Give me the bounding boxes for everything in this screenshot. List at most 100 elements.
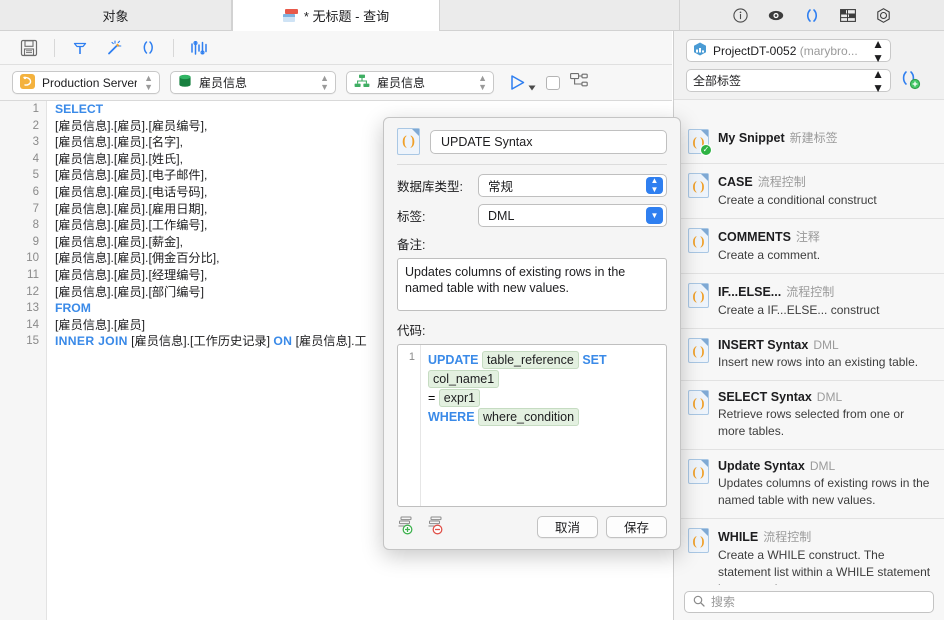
snippet-title-value: UPDATE Syntax <box>441 134 533 149</box>
tag-filter-selector[interactable]: 全部标签 ▲ ▼ <box>686 67 891 95</box>
gear-hex-icon[interactable] <box>876 7 891 23</box>
sql-text: [雇员信息].[雇员].[薪金], <box>55 234 183 249</box>
save-icon[interactable] <box>12 35 46 61</box>
db-type-value: 常规 <box>488 180 514 194</box>
notes-value: Updates columns of existing rows in the … <box>405 265 626 295</box>
add-snippet-icon[interactable] <box>899 68 921 93</box>
tab-query[interactable]: * 无标题 - 查询 <box>232 0 440 31</box>
parentheses-icon[interactable] <box>804 8 820 23</box>
snippet-desc: Updates columns of existing rows in the … <box>718 476 930 507</box>
dialog-divider <box>397 164 667 165</box>
list-item[interactable]: ( ) INSERT Syntax DML Insert new rows int… <box>674 329 944 381</box>
application-window: 对象 * 无标题 - 查询 Production Server ▲ ▼ 雇员信息… <box>0 0 944 620</box>
tag-label: 标签: <box>397 210 426 224</box>
snippet-desc: Create a IF...ELSE... construct <box>718 303 880 317</box>
dialog-footer: 取消 保存 <box>397 515 667 538</box>
code-line-number: 1 <box>408 351 415 363</box>
list-item[interactable]: ( ) ✓ My Snippet 新建标签 <box>674 120 944 164</box>
project-owner: (marybro... <box>799 43 858 58</box>
hammer-icon[interactable] <box>63 35 97 61</box>
code-content: UPDATE table_reference SET col_name1 = e… <box>428 351 661 427</box>
search-input[interactable] <box>711 595 925 609</box>
save-button[interactable]: 保存 <box>606 515 667 538</box>
schema-selector[interactable]: 雇员信息 ▲ ▼ <box>346 71 494 94</box>
add-parameter-icon[interactable] <box>397 515 417 538</box>
stop-checkbox-icon[interactable] <box>546 75 560 90</box>
snippet-code-editor[interactable]: 1 UPDATE table_reference SET col_name1 =… <box>397 344 667 507</box>
database-selector[interactable]: 雇员信息 ▲ ▼ <box>170 71 336 94</box>
sql-text: [雇员信息].[雇员].[名字], <box>55 135 183 150</box>
snippet-name: My Snippet <box>718 131 785 145</box>
notes-textarea[interactable]: Updates columns of existing rows in the … <box>397 258 667 311</box>
line-number: 13 <box>26 302 39 315</box>
info-icon[interactable] <box>733 7 748 23</box>
connection-bar: Production Server ▲ ▼ 雇员信息 ▲ ▼ 雇员信息 ▲ ▼ <box>0 65 672 101</box>
chart-bars-icon[interactable] <box>182 35 216 61</box>
list-item[interactable]: ( ) COMMENTS 注释 Create a comment. <box>674 219 944 274</box>
cancel-button[interactable]: 取消 <box>537 515 598 538</box>
snippet-edit-dialog: ( ) UPDATE Syntax 数据库类型: 常规 ▲ ▼ 标签: DML ▼… <box>383 117 681 550</box>
snippet-category: DML <box>809 459 836 473</box>
line-number: 5 <box>32 169 39 182</box>
search-icon <box>693 595 705 610</box>
snippet-doc-icon: ( ) <box>688 173 709 198</box>
project-selector[interactable]: ProjectDT-0052 (marybro... ▲ ▼ <box>686 37 891 65</box>
schema-icon <box>354 74 370 91</box>
magic-wand-icon[interactable] <box>97 35 131 61</box>
code-param-where-condition: where_condition <box>478 408 580 426</box>
sql-keyword: INNER JOIN <box>55 334 128 349</box>
explain-plan-icon[interactable] <box>570 72 589 93</box>
snippet-doc-icon: ( ) <box>688 390 709 415</box>
snippets-sidebar: ProjectDT-0052 (marybro... ▲ ▼ 全部标签 ▲ ▼ ( … <box>673 31 944 620</box>
search-box[interactable] <box>684 591 934 613</box>
db-type-select[interactable]: 常规 ▲ ▼ <box>478 174 667 197</box>
run-query-button[interactable] <box>508 73 536 92</box>
parameter-actions <box>397 515 529 538</box>
editor-toolbar <box>0 31 672 65</box>
list-item[interactable]: ( ) WHILE 流程控制 Create a WHILE construct. … <box>674 519 944 585</box>
parentheses-icon[interactable] <box>131 35 165 61</box>
snippet-desc: Create a comment. <box>718 248 821 262</box>
chevron-updown-icon: ▲ ▼ <box>144 72 153 92</box>
sql-text: [雇员信息].[雇员].[电话号码], <box>55 184 208 199</box>
snippet-name: WHILE <box>718 530 759 544</box>
line-number: 6 <box>32 185 39 198</box>
list-item[interactable]: ( ) CASE 流程控制 Create a conditional constr… <box>674 164 944 219</box>
chevron-down-icon: ▼ <box>646 207 663 224</box>
eye-icon[interactable] <box>768 9 784 22</box>
chevron-updown-icon: ▲ ▼ <box>478 72 487 92</box>
tag-filter-label: 全部标签 <box>693 74 742 88</box>
sql-text: [雇员信息].工 <box>292 334 367 349</box>
tab-query-label: * 无标题 - 查询 <box>303 9 390 24</box>
list-item[interactable]: ( ) SELECT Syntax DML Retrieve rows selec… <box>674 381 944 450</box>
code-param-expr1: expr1 <box>438 389 481 407</box>
snippet-doc-icon: ( ) ✓ <box>688 129 712 156</box>
server-icon <box>20 73 35 92</box>
tab-objects[interactable]: 对象 <box>0 0 232 31</box>
sidebar-filter-row: 全部标签 ▲ ▼ <box>686 67 934 95</box>
sql-text: [雇员信息].[雇员].[雇用日期], <box>55 201 208 216</box>
snippet-title-input[interactable]: UPDATE Syntax <box>430 129 667 154</box>
table-grid-icon[interactable] <box>840 8 856 22</box>
snippet-desc: Insert new rows into an existing table. <box>718 355 919 369</box>
snippet-list[interactable]: ( ) ✓ My Snippet 新建标签 ( ) CASE 流程控制 Create… <box>674 120 944 585</box>
sql-text: [雇员信息].[雇员].[佣金百分比], <box>55 251 220 266</box>
line-number: 2 <box>32 119 39 132</box>
snippet-category: DML <box>813 338 839 352</box>
sidebar-header: ProjectDT-0052 (marybro... ▲ ▼ 全部标签 ▲ ▼ <box>674 31 944 100</box>
snippet-doc-icon: ( ) <box>688 283 709 308</box>
selected-check-icon: ✓ <box>700 144 712 156</box>
sql-keyword: SELECT <box>55 102 104 116</box>
remove-parameter-icon[interactable] <box>427 515 447 538</box>
snippet-desc: Retrieve rows selected from one or more … <box>718 407 905 438</box>
snippet-doc-icon: ( ) <box>397 128 420 155</box>
snippet-name: INSERT Syntax <box>718 338 809 352</box>
list-item[interactable]: ( ) IF...ELSE... 流程控制 Create a IF...ELSE.… <box>674 274 944 329</box>
server-selector[interactable]: Production Server ▲ ▼ <box>12 71 160 94</box>
snippet-category: 注释 <box>795 230 820 244</box>
list-item[interactable]: ( ) Update Syntax DML Updates columns of … <box>674 450 944 519</box>
line-number: 4 <box>32 152 39 165</box>
sql-line: SELECT <box>55 101 672 118</box>
line-number: 3 <box>32 136 39 149</box>
tag-select[interactable]: DML ▼ <box>478 204 667 227</box>
